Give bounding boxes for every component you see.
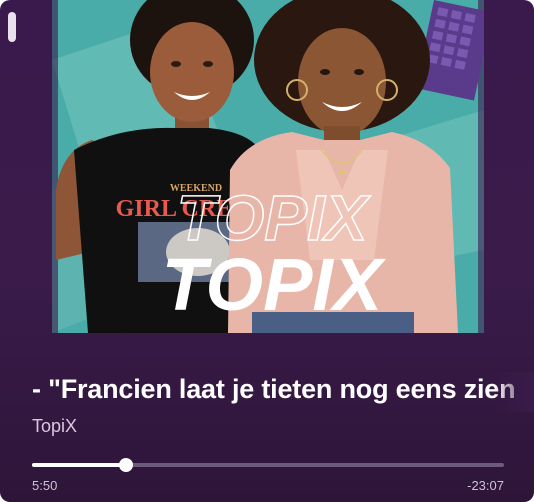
progress-knob[interactable] <box>119 458 134 472</box>
progress-bar[interactable] <box>32 458 504 472</box>
track-title-row: - "Francien laat je tieten nog eens zien <box>0 372 534 412</box>
now-playing-panel: WEEKEND GIRL CREW TOPIX TOPIX - "Francie… <box>0 0 534 502</box>
artist-name[interactable]: TopiX <box>32 416 77 437</box>
track-title: - "Francien laat je tieten nog eens zien <box>32 374 516 404</box>
title-fade-overlay <box>494 372 534 412</box>
elapsed-time: 5:50 <box>32 478 58 493</box>
brand-text: TOPIX <box>162 243 387 326</box>
remaining-time: -23:07 <box>467 478 504 493</box>
album-artwork: WEEKEND GIRL CREW TOPIX TOPIX <box>52 0 484 333</box>
scroll-indicator[interactable] <box>8 12 16 42</box>
progress-fill <box>32 463 127 467</box>
